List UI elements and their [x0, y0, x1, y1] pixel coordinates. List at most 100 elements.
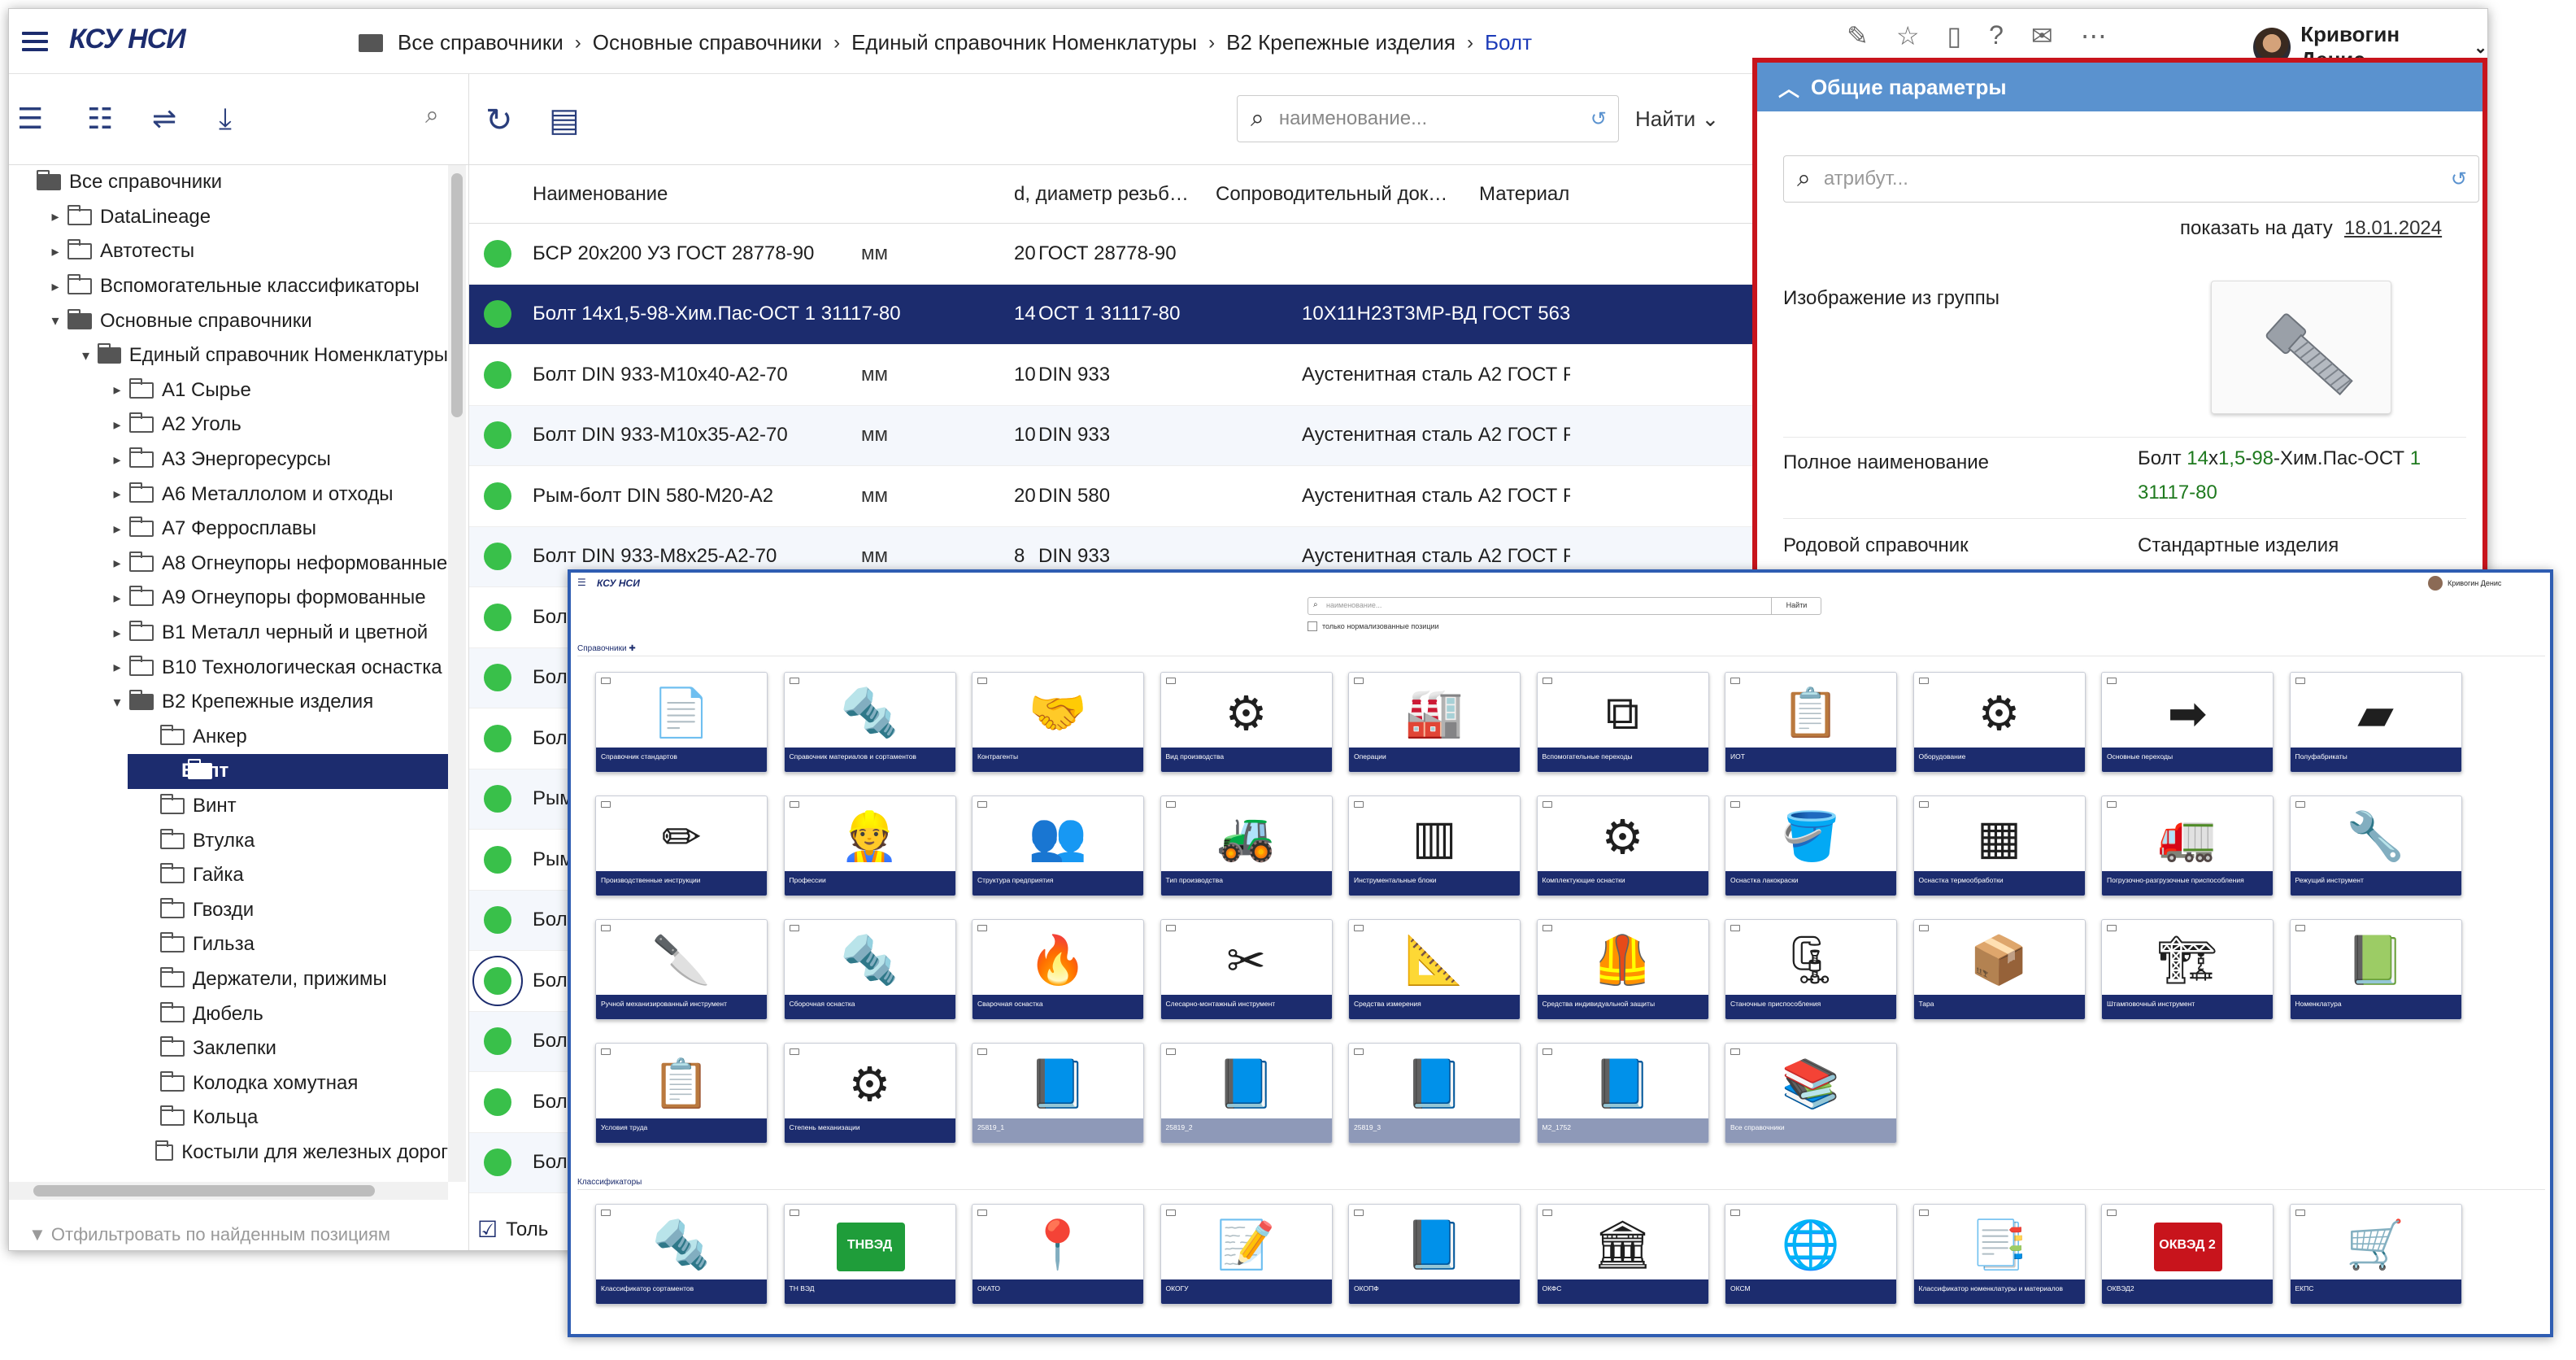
book-icon[interactable]: ▯ — [1947, 20, 1962, 51]
search-input[interactable]: наименование... — [1279, 107, 1590, 130]
attribute-search[interactable]: ⌕ атрибут... ↺ — [1783, 155, 2479, 203]
catalog-tile[interactable]: 🔩 Справочник материалов и сортаментов — [783, 672, 956, 773]
catalog-tile[interactable]: 📦 Тара — [1912, 919, 2086, 1020]
chevron-right-icon[interactable]: ▸ — [46, 243, 64, 260]
tree-item[interactable]: Втулка — [9, 823, 448, 858]
chevron-right-icon[interactable]: ▸ — [108, 555, 126, 572]
tree-item[interactable]: Все справочники — [9, 165, 448, 200]
more-icon[interactable]: ⋯ — [2081, 20, 2107, 51]
catalog-tile[interactable]: ⚙ Вид производства — [1160, 672, 1333, 773]
catalog-tile[interactable]: ⧉ Вспомогательные переходы — [1536, 672, 1709, 773]
tree-item[interactable]: ▸ А9 Огнеупоры формованные — [9, 581, 448, 616]
catalog-tile[interactable]: 🔩 Классификатор сортаментов — [595, 1204, 768, 1305]
catalog-tile[interactable]: ➡ Основные переходы — [2101, 672, 2274, 773]
tree-item[interactable]: Костыли для железных дорог — [9, 1136, 448, 1170]
tree-item[interactable]: Гвозди — [9, 892, 448, 927]
catalog-tile[interactable]: 🌐 ОКСМ — [1725, 1204, 1897, 1305]
catalog-tile[interactable]: 🔧 Режущий инструмент — [2289, 796, 2462, 896]
find-button[interactable]: Найти ⌄ — [1635, 107, 1719, 132]
overlay-search-input[interactable]: ⌕ наименование... — [1308, 597, 1821, 615]
catalog-tile[interactable]: 🛒 ЕКПС — [2289, 1204, 2462, 1305]
catalog-tile[interactable]: 🤝 Контрагенты — [972, 672, 1144, 773]
add-folder-icon[interactable]: ☷ — [87, 102, 129, 139]
tree-item[interactable]: ▸ Вспомогательные классификаторы — [9, 269, 448, 304]
catalog-tile[interactable]: ТНВЭД ТН ВЭД — [783, 1204, 956, 1305]
catalog-tile[interactable]: 📘 25819_2 — [1160, 1043, 1333, 1144]
catalog-tile[interactable]: 🚛 Погрузочно-разгрузочные приспособления — [2101, 796, 2274, 896]
catalog-tile[interactable]: ▦ Оснастка термообработки — [1912, 796, 2086, 896]
refresh-icon[interactable]: ↻ — [485, 102, 528, 139]
catalog-tile[interactable]: 📑 Классификатор номенклатуры и материалов — [1912, 1204, 2086, 1305]
history-icon[interactable]: ↺ — [2451, 168, 2467, 191]
menu-icon[interactable] — [22, 32, 48, 51]
breadcrumb-item[interactable]: Единый справочник Номенклатуры — [851, 30, 1197, 55]
tree-item[interactable]: ▸ В10 Технологическая оснастка — [9, 650, 448, 685]
catalog-tile[interactable]: 🪣 Оснастка лакокраски — [1725, 796, 1897, 896]
normalized-checkbox[interactable]: только нормализованные позиции — [1308, 621, 1439, 631]
tree-item[interactable]: Заклепки — [9, 1031, 448, 1066]
tree-item[interactable]: ▸ А3 Энергоресурсы — [9, 442, 448, 477]
catalog-tile[interactable]: 📘 ОКОПФ — [1348, 1204, 1521, 1305]
tree-item[interactable]: ▸ Автотесты — [9, 234, 448, 269]
catalog-tile[interactable]: 👥 Структура предприятия — [972, 796, 1144, 896]
tree-item[interactable]: Винт — [9, 789, 448, 824]
only-checkbox[interactable]: ☑ Толь — [477, 1216, 548, 1243]
catalog-tile[interactable]: 📗 Номенклатура — [2289, 919, 2462, 1020]
catalog-tile[interactable]: ✂ Слесарно-монтажный инструмент — [1160, 919, 1333, 1020]
catalog-tile[interactable]: 🔩 Сборочная оснастка — [783, 919, 956, 1020]
overlay-user[interactable]: Кривогин Денис — [2448, 579, 2501, 587]
tree-item[interactable]: Гайка — [9, 858, 448, 893]
table-row[interactable]: Рым-болт DIN 580-M20-A2 20 мм DIN 580 Аустен… — [469, 466, 1752, 527]
chevron-down-icon[interactable]: ▾ — [108, 694, 126, 711]
catalog-tile[interactable]: ▥ Инструментальные блоки — [1348, 796, 1521, 896]
chevron-right-icon[interactable]: ▸ — [108, 521, 126, 538]
catalog-tile[interactable]: 📝 ОКОГУ — [1160, 1204, 1333, 1305]
tree-item[interactable]: Держатели, прижимы — [9, 962, 448, 997]
catalog-tile[interactable]: 🏛 ОКФС — [1536, 1204, 1709, 1305]
catalog-tile[interactable]: 🚜 Тип производства — [1160, 796, 1333, 896]
list-search[interactable]: ⌕ наименование... ↺ — [1237, 95, 1619, 142]
chevron-right-icon[interactable]: ▸ — [108, 659, 126, 676]
tree-item[interactable]: ▸ В1 Металл черный и цветной — [9, 616, 448, 651]
tree-item[interactable]: ▸ А1 Сырье — [9, 373, 448, 408]
search-icon[interactable]: ⌕ — [425, 102, 468, 139]
tree-item[interactable]: ▾ Единый справочник Номенклатуры — [9, 338, 448, 373]
catalog-tile[interactable]: 🔪 Ручной механизированный инструмент — [595, 919, 768, 1020]
tree-item[interactable]: ▸ А2 Уголь — [9, 408, 448, 442]
catalog-tile[interactable]: ⚙ Оборудование — [1912, 672, 2086, 773]
tree-item[interactable]: Гильза — [9, 927, 448, 962]
edit-icon[interactable]: ✎ — [1847, 20, 1869, 51]
column-header[interactable]: Наименование — [533, 183, 1014, 206]
chevron-right-icon[interactable]: ▸ — [108, 381, 126, 399]
catalog-tile[interactable]: 📋 ИОТ — [1725, 672, 1897, 773]
tree-item[interactable]: ▸ А8 Огнеупоры неформованные — [9, 547, 448, 582]
column-header[interactable]: Материал — [1479, 183, 1747, 206]
chevron-right-icon[interactable]: ▸ — [108, 416, 126, 434]
catalog-tile[interactable]: 📘 25819_1 — [972, 1043, 1144, 1144]
catalog-tile[interactable]: 📋 Условия труда — [595, 1043, 768, 1144]
chevron-right-icon[interactable]: ▸ — [108, 590, 126, 607]
chevron-right-icon[interactable]: ▸ — [108, 451, 126, 469]
tree-item[interactable]: ▸ DataLineage — [9, 200, 448, 235]
bolt-image[interactable] — [2211, 281, 2391, 414]
catalog-tile[interactable]: 📘 25819_3 — [1348, 1043, 1521, 1144]
breadcrumb-item[interactable]: Основные справочники — [593, 30, 822, 55]
catalog-tile[interactable]: 🦺 Средства индивидуальной защиты — [1536, 919, 1709, 1020]
chevron-right-icon[interactable]: ▸ — [46, 278, 64, 295]
catalog-tile[interactable]: 🗜 Станочные приспособления — [1725, 919, 1897, 1020]
panel-header[interactable]: ︿ Общие параметры — [1757, 63, 2482, 111]
catalog-tile[interactable]: 📐 Средства измерения — [1348, 919, 1521, 1020]
chevron-down-icon[interactable]: ▾ — [46, 312, 64, 329]
catalog-tile[interactable]: ⚙ Степень механизации — [783, 1043, 956, 1144]
overlay-find-button[interactable]: Найти — [1771, 597, 1821, 615]
catalog-tile[interactable]: ▰ Полуфабрикаты — [2289, 672, 2462, 773]
breadcrumb-item[interactable]: Все справочники — [398, 30, 564, 55]
history-icon[interactable]: ↺ — [1590, 107, 1607, 131]
column-header[interactable]: Сопроводительный док… — [1216, 183, 1479, 206]
tree-hscrollbar[interactable] — [9, 1182, 448, 1200]
catalog-tile[interactable]: 📍 ОКАТО — [972, 1204, 1144, 1305]
chevron-right-icon[interactable]: ▸ — [108, 625, 126, 642]
breadcrumb-item[interactable]: В2 Крепежные изделия — [1226, 30, 1456, 55]
catalog-tile[interactable]: 🏗 Штамповочный инструмент — [2101, 919, 2274, 1020]
chevron-down-icon[interactable]: ▾ — [77, 347, 94, 364]
